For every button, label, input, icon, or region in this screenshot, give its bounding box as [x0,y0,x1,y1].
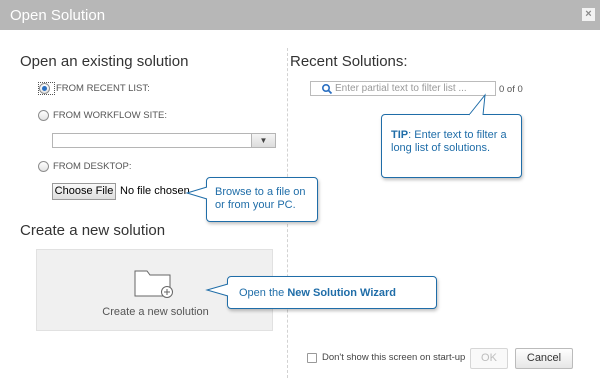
search-icon [321,83,333,95]
tip-callout: TIP: Enter text to filter a long list of… [381,114,522,178]
radio-desktop[interactable]: FROM DESKTOP: [38,161,131,172]
radio-workflow-site[interactable]: FROM WORKFLOW SITE: [38,110,167,121]
tip-callout-pointer [468,93,486,116]
dont-show-label: Don't show this screen on start-up [322,352,466,363]
title-bar: Open Solution × [0,0,600,30]
wizard-callout: Open the New Solution Wizard [227,276,437,309]
radio-focus-ring [38,82,55,95]
new-folder-icon [134,270,173,298]
radio-recent-icon[interactable] [39,83,50,94]
create-section-title: Create a new solution [20,222,166,239]
wizard-callout-pointer [205,283,229,297]
workflow-site-select[interactable]: ▼ [52,133,276,148]
tip-callout-text: : Enter text to filter a long list of so… [391,129,507,154]
dont-show-checkbox[interactable] [307,352,317,363]
wizard-callout-strong: New Solution Wizard [287,287,397,299]
wizard-callout-text: Open the [239,287,288,299]
radio-workflow-label: FROM WORKFLOW SITE: [53,110,167,121]
radio-recent-list[interactable]: FROM RECENT LIST: [38,82,150,95]
dont-show-option[interactable]: Don't show this screen on start-up [307,352,465,363]
results-count: 0 of 0 [499,84,523,95]
open-section-title: Open an existing solution [20,53,189,70]
browse-callout-pointer [185,186,208,200]
browse-callout: Browse to a file on or from your PC. [206,177,318,222]
radio-desktop-label: FROM DESKTOP: [53,161,132,172]
dropdown-arrow-icon[interactable]: ▼ [251,134,275,147]
radio-workflow-icon[interactable] [38,110,49,121]
tip-callout-label: TIP [391,129,409,141]
ok-button[interactable]: OK [470,348,508,369]
radio-desktop-icon[interactable] [38,161,49,172]
cancel-button[interactable]: Cancel [515,348,573,369]
no-file-chosen-text: No file chosen [120,185,190,197]
radio-recent-label: FROM RECENT LIST: [56,83,150,94]
close-button[interactable]: × [582,8,595,21]
recent-section-title: Recent Solutions: [290,53,408,70]
choose-file-button[interactable]: Choose File [52,183,116,200]
dialog-title: Open Solution [10,7,106,24]
